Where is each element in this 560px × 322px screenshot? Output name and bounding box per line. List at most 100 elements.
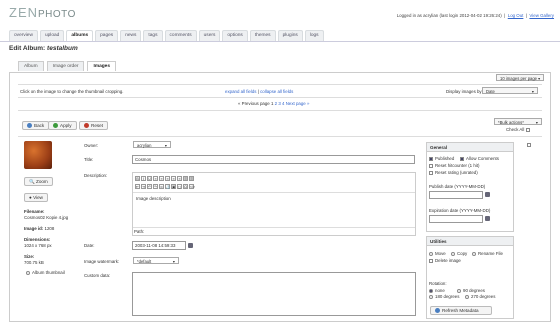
tab-logs[interactable]: logs [304,30,324,41]
tab-news[interactable]: news [120,30,142,41]
rotation-90-radio[interactable] [457,288,461,293]
rotation-270-option[interactable]: 270 degrees [465,294,495,299]
title-input[interactable]: Cosmos [132,155,415,164]
calendar-icon[interactable] [188,243,193,248]
underline-icon[interactable]: U [147,176,152,181]
collapse-all-link[interactable]: collapse all fields [260,89,293,94]
delete-checkbox[interactable] [429,258,433,263]
tab-plugins[interactable]: plugins [277,30,303,41]
redo-icon[interactable]: ↷ [153,184,158,189]
subtab-album[interactable]: Album [18,61,44,71]
align-right-icon[interactable]: ≡ [165,176,170,181]
logout-link[interactable]: Log Out [508,13,524,18]
rename-radio[interactable] [472,251,476,256]
cleanup-icon[interactable]: ◻ [177,184,182,189]
owner-select[interactable]: acrylian ▾ [133,141,171,148]
reset-button[interactable]: Reset [79,121,109,130]
image-icon[interactable]: ▣ [171,184,176,189]
bulk-actions-select[interactable]: *Bulk actions* ▾ [494,118,542,125]
per-page-select[interactable]: 10 images per page ▾ [496,74,545,81]
link-icon[interactable]: ∞ [159,184,164,189]
back-button[interactable]: Back [22,121,50,130]
page-4-link[interactable]: 4 [282,101,284,106]
tab-pages[interactable]: pages [95,30,119,41]
calendar-icon[interactable] [485,216,490,221]
main-nav: overview upload albums pages news tags c… [9,30,324,41]
album-thumb-radio[interactable] [26,270,30,275]
align-center-icon[interactable]: ≡ [159,176,164,181]
zoom-label: Zoom [36,179,48,184]
prev-page-link[interactable]: « Previous page [238,101,270,106]
outdent-icon[interactable]: ⇤ [135,184,140,189]
reset-hit-checkbox[interactable] [429,163,433,168]
view-gallery-link[interactable]: View Gallery [529,13,554,18]
zenphoto-logo[interactable]: ZENPHOTO [9,5,76,20]
reset-rating-checkbox[interactable] [429,170,433,175]
indent-icon[interactable]: ⇥ [141,184,146,189]
delete-option[interactable]: Delete image [429,258,461,263]
filename-label: Filename: [24,209,45,214]
display-by-select[interactable]: Date ▾ [482,87,538,94]
tab-comments[interactable]: comments [164,30,197,41]
italic-icon[interactable]: I [141,176,146,181]
copy-option[interactable]: Copy [451,251,467,256]
numbered-list-icon[interactable]: ☰ [189,176,194,181]
special-char-icon[interactable]: Ω [183,184,188,189]
reset-hit-option[interactable]: Reset hitcounter (1 hit) [429,163,479,168]
divider [133,227,415,228]
custom-data-textarea[interactable] [132,272,416,316]
date-input[interactable]: 2003-11-08 14:59:33 [132,241,186,250]
align-left-icon[interactable]: ≡ [153,176,158,181]
tab-tags[interactable]: tags [143,30,163,41]
allow-comments-checkbox[interactable] [460,156,464,161]
tab-overview[interactable]: overview [9,30,38,41]
move-radio[interactable] [429,251,433,256]
page-2-link[interactable]: 2 [275,101,277,106]
rotation-270-radio[interactable] [465,294,469,299]
allow-comments-option[interactable]: Allow Comments [460,156,499,161]
move-option[interactable]: Move [429,251,446,256]
rotation-180-radio[interactable] [429,294,433,299]
expand-all-link[interactable]: expand all fields [225,89,257,94]
format-icon[interactable]: ≡ [177,176,182,181]
tab-themes[interactable]: themes [249,30,276,41]
rotation-none-option[interactable]: none [429,288,445,293]
tab-upload[interactable]: upload [39,30,65,41]
reset-rating-option[interactable]: Reset rating (unrated) [429,170,478,175]
published-option[interactable]: Published [429,156,454,161]
tab-options[interactable]: options [222,30,248,41]
view-button[interactable]: ● View [24,193,48,202]
next-page-link[interactable]: Next page » [286,101,310,106]
expiration-date-input[interactable] [429,215,483,223]
tab-albums[interactable]: albums [66,30,94,41]
rotation-none-radio[interactable] [429,288,433,293]
anchor-icon[interactable]: ⚓ [165,184,170,189]
reset-hit-label: Reset hitcounter (1 hit) [435,163,480,168]
image-select-checkbox[interactable] [527,143,531,147]
refresh-metadata-button[interactable]: Refresh Metadata [430,306,492,315]
apply-button[interactable]: Apply [48,121,77,130]
album-thumb-option[interactable]: Album thumbnail [26,270,65,275]
back-arrow-icon [27,123,32,128]
html-source-icon[interactable]: </> [189,184,195,189]
rotation-label: Rotation: [429,281,447,286]
copy-radio[interactable] [451,251,455,256]
image-thumbnail[interactable] [24,141,52,169]
undo-icon[interactable]: ↶ [147,184,152,189]
page-3-link[interactable]: 3 [278,101,280,106]
align-justify-icon[interactable]: ≡ [171,176,176,181]
rotation-180-option[interactable]: 180 degrees [429,294,459,299]
bold-icon[interactable]: B [135,176,140,181]
check-all-checkbox[interactable] [525,127,530,132]
rename-option[interactable]: Rename File [472,251,503,256]
publish-date-input[interactable] [429,191,483,199]
subtab-images[interactable]: Images [87,61,117,71]
published-checkbox[interactable] [429,156,433,161]
tab-users[interactable]: users [198,30,221,41]
rotation-90-option[interactable]: 90 degrees [457,288,485,293]
zoom-button[interactable]: 🔍 Zoom [24,177,53,186]
bullet-list-icon[interactable]: ☰ [183,176,188,181]
watermark-select[interactable]: *default ▾ [133,257,179,264]
subtab-image-order[interactable]: Image order [46,61,85,71]
calendar-icon[interactable] [485,192,490,197]
